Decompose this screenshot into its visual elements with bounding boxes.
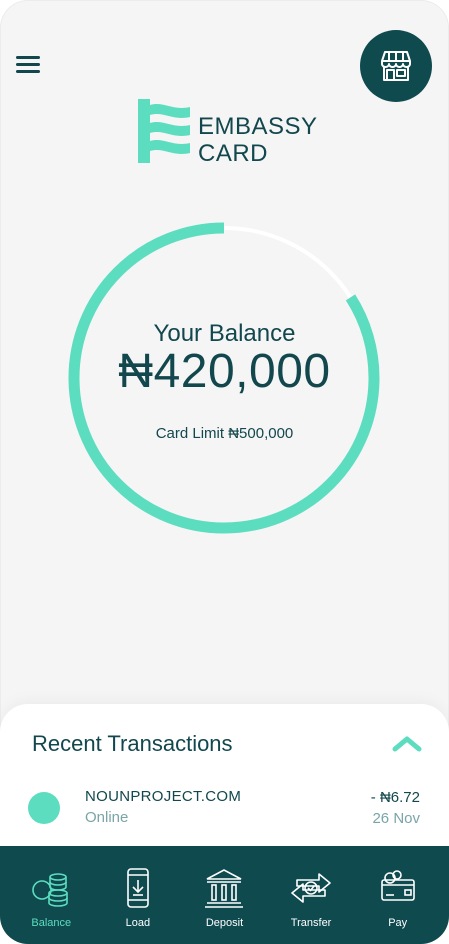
hamburger-menu-icon[interactable] (16, 54, 42, 74)
storefront-icon (381, 51, 411, 81)
nav-item-pay[interactable]: Pay (360, 846, 436, 944)
recent-transactions-title: Recent Transactions (32, 731, 233, 756)
app-screen: EMBASSY CARD Your Balance ₦420,000 Card … (0, 0, 449, 944)
nav-item-balance[interactable]: Balance (13, 846, 89, 944)
nav-label: Pay (388, 917, 408, 929)
phone-download-icon (127, 868, 149, 908)
nav-label: Load (125, 917, 151, 929)
transaction-row[interactable]: NOUNPROJECT.COM Online - ₦6.72 26 Nov (0, 782, 449, 838)
transaction-dot-icon (28, 792, 60, 824)
transfer-arrows-icon (291, 873, 331, 903)
chevron-up-icon[interactable] (392, 734, 422, 754)
nav-item-deposit[interactable]: Deposit (186, 846, 262, 944)
nav-item-load[interactable]: Load (100, 846, 176, 944)
transaction-date: 26 Nov (372, 810, 420, 827)
logo-mark-icon (138, 99, 190, 163)
nav-item-transfer[interactable]: Transfer (273, 846, 349, 944)
transaction-amount: - ₦6.72 (370, 789, 420, 806)
card-coins-icon (380, 870, 415, 901)
transaction-merchant: NOUNPROJECT.COM (85, 788, 242, 805)
card-limit: Card Limit ₦500,000 (155, 425, 294, 442)
coins-icon (32, 873, 69, 907)
balance-amount: ₦420,000 (118, 345, 331, 398)
nav-label: Transfer (290, 917, 332, 929)
bank-icon (205, 869, 244, 908)
bottom-nav: Balance Load Deposit Transfer Pay (0, 846, 449, 944)
store-button[interactable] (360, 30, 432, 102)
nav-label: Deposit (205, 917, 244, 929)
nav-label: Balance (31, 917, 72, 929)
transaction-method: Online (85, 809, 129, 826)
embassy-card-logo: EMBASSY CARD (136, 97, 326, 169)
logo-text: EMBASSY CARD (198, 113, 318, 167)
